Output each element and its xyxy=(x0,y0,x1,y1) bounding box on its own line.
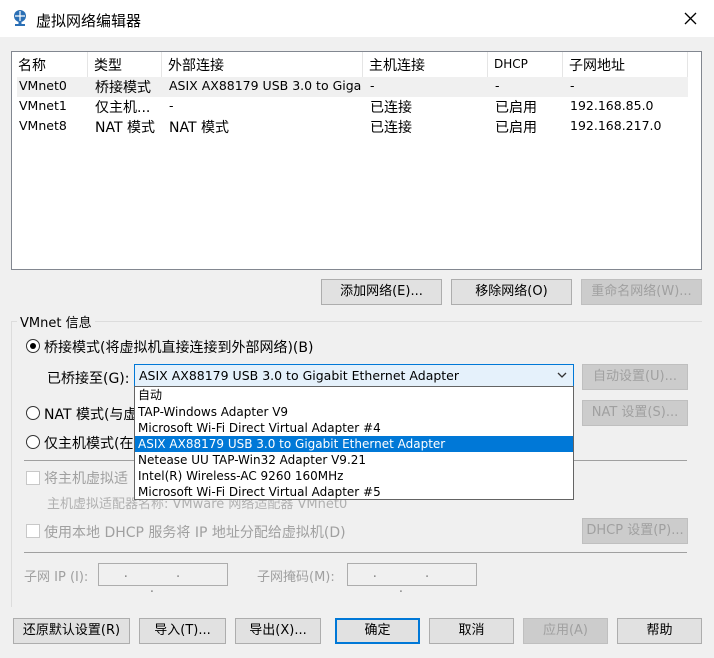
row-dhcp: 已启用 xyxy=(495,100,537,116)
row-dhcp: - xyxy=(495,78,500,93)
rename-network-button[interactable]: 重命名网络(W)... xyxy=(581,279,702,305)
nat-settings-button[interactable]: NAT 设置(S)... xyxy=(582,400,688,426)
divider xyxy=(24,552,687,553)
network-list[interactable]: 名称 类型 外部连接 主机连接 DHCP 子网地址 VMnet0 桥接模式 AS… xyxy=(11,51,702,270)
row-external: - xyxy=(169,98,174,113)
bridge-mode-radio[interactable] xyxy=(26,339,40,353)
auto-settings-button[interactable]: 自动设置(U)... xyxy=(582,364,688,390)
host-only-radio[interactable] xyxy=(26,435,40,449)
row-external: NAT 模式 xyxy=(169,120,229,136)
row-name: VMnet0 xyxy=(19,78,67,93)
network-row-vmnet0[interactable]: VMnet0 桥接模式 ASIX AX88179 USB 3.0 to Giga… xyxy=(17,77,688,97)
close-button[interactable] xyxy=(668,0,714,37)
row-subnet: - xyxy=(570,78,575,93)
vmware-network-icon xyxy=(14,10,26,26)
subnet-mask-input[interactable]: . . . xyxy=(347,563,477,596)
adapter-option-selected[interactable]: ASIX AX88179 USB 3.0 to Gigabit Ethernet… xyxy=(135,436,573,452)
import-button[interactable]: 导入(T)... xyxy=(139,618,226,644)
cancel-button[interactable]: 取消 xyxy=(429,618,514,644)
row-type: NAT 模式 xyxy=(95,120,155,136)
use-dhcp-label[interactable]: 使用本地 DHCP 服务将 IP 地址分配给虚拟机(D) xyxy=(44,522,346,542)
subnet-mask-dots: . . . xyxy=(372,566,452,596)
nat-mode-label[interactable]: NAT 模式(与虚 xyxy=(44,404,137,424)
add-network-button[interactable]: 添加网络(E)... xyxy=(321,279,442,305)
subnet-mask-label: 子网掩码(M): xyxy=(257,570,335,585)
use-dhcp-checkbox[interactable] xyxy=(26,524,40,538)
window-title: 虚拟网络编辑器 xyxy=(36,12,142,30)
adapter-option[interactable]: Microsoft Wi-Fi Direct Virtual Adapter #… xyxy=(135,420,573,436)
column-header-name[interactable]: 名称 xyxy=(12,52,88,77)
network-row-vmnet1[interactable]: VMnet1 仅主机... - 已连接 已启用 192.168.85.0 xyxy=(17,97,688,117)
close-icon xyxy=(684,12,697,25)
radio-selected-dot xyxy=(30,343,36,349)
connect-host-adapter-checkbox[interactable] xyxy=(26,471,40,485)
row-type: 仅主机... xyxy=(95,100,151,116)
row-host: - xyxy=(370,78,375,93)
dhcp-settings-button[interactable]: DHCP 设置(P)... xyxy=(582,518,688,544)
remove-network-button[interactable]: 移除网络(O) xyxy=(451,279,572,305)
bridged-to-label: 已桥接至(G): xyxy=(47,371,130,387)
row-subnet: 192.168.85.0 xyxy=(570,98,654,113)
nat-mode-radio[interactable] xyxy=(26,406,40,420)
chevron-down-icon xyxy=(557,372,567,378)
row-host: 已连接 xyxy=(370,100,412,116)
connect-host-adapter-label[interactable]: 将主机虚拟适 xyxy=(44,468,128,488)
export-button[interactable]: 导出(X)... xyxy=(235,618,321,644)
subnet-ip-label: 子网 IP (I): xyxy=(24,570,89,585)
adapter-option[interactable]: Netease UU TAP-Win32 Adapter V9.21 xyxy=(135,452,573,468)
row-host: 已连接 xyxy=(370,120,412,136)
host-only-label[interactable]: 仅主机模式(在 xyxy=(44,433,133,453)
ok-button[interactable]: 确定 xyxy=(335,618,420,644)
restore-defaults-button[interactable]: 还原默认设置(R) xyxy=(13,618,130,644)
column-header-type[interactable]: 类型 xyxy=(88,52,162,77)
row-dhcp: 已启用 xyxy=(495,120,537,136)
help-button[interactable]: 帮助 xyxy=(617,618,702,644)
subnet-ip-dots: . . . xyxy=(123,566,203,596)
adapter-option[interactable]: TAP-Windows Adapter V9 xyxy=(135,404,573,420)
title-bar[interactable]: 虚拟网络编辑器 xyxy=(0,0,714,37)
bridge-mode-label[interactable]: 桥接模式(将虚拟机直接连接到外部网络)(B) xyxy=(44,337,313,357)
column-header-host[interactable]: 主机连接 xyxy=(363,52,488,77)
vmnet-info-legend: VMnet 信息 xyxy=(17,312,95,331)
bridged-adapter-select[interactable]: ASIX AX88179 USB 3.0 to Gigabit Ethernet… xyxy=(134,364,574,387)
subnet-ip-input[interactable]: . . . xyxy=(98,563,228,596)
row-name: VMnet1 xyxy=(19,98,67,113)
network-row-vmnet8[interactable]: VMnet8 NAT 模式 NAT 模式 已连接 已启用 192.168.217… xyxy=(17,117,688,137)
adapter-dropdown-list[interactable]: 自动 TAP-Windows Adapter V9 Microsoft Wi-F… xyxy=(134,386,574,500)
bridged-adapter-value: ASIX AX88179 USB 3.0 to Gigabit Ethernet… xyxy=(139,368,460,383)
adapter-option[interactable]: Microsoft Wi-Fi Direct Virtual Adapter #… xyxy=(135,484,573,500)
adapter-option[interactable]: 自动 xyxy=(135,387,573,403)
virtual-network-editor-window: 虚拟网络编辑器 名称 类型 外部连接 主机连接 DHCP 子网地址 VMnet0… xyxy=(0,0,714,658)
row-name: VMnet8 xyxy=(19,118,67,133)
column-header-external[interactable]: 外部连接 xyxy=(162,52,363,77)
adapter-option[interactable]: Intel(R) Wireless-AC 9260 160MHz xyxy=(135,468,573,484)
column-header-dhcp[interactable]: DHCP xyxy=(488,52,563,77)
column-header-subnet[interactable]: 子网地址 xyxy=(563,52,688,77)
row-subnet: 192.168.217.0 xyxy=(570,118,662,133)
row-type: 桥接模式 xyxy=(95,80,151,96)
apply-button[interactable]: 应用(A) xyxy=(523,618,608,644)
row-external: ASIX AX88179 USB 3.0 to Giga... xyxy=(169,78,362,93)
